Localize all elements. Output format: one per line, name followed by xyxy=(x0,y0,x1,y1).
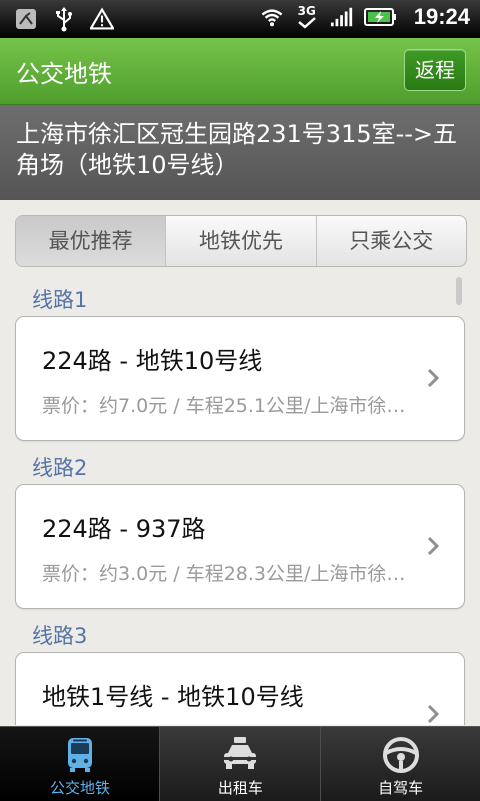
title-bar: 公交地铁 返程 xyxy=(0,38,480,105)
route-option-2[interactable]: 224路 - 937路 票价：约3.0元 / 车程28.3公里/上海市徐汇区 xyxy=(15,484,465,609)
route-title: 224路 - 937路 xyxy=(42,515,206,543)
route-preference-tabs: 最优推荐 地铁优先 只乘公交 xyxy=(15,215,467,267)
status-bar: 3G 19:24 xyxy=(0,0,480,38)
nav-label: 公交地铁 xyxy=(49,779,110,797)
steering-wheel-icon xyxy=(382,737,419,773)
route-details: 票价：约7.0元 / 车程25.1公里/上海市徐汇区 xyxy=(42,395,414,417)
return-trip-button[interactable]: 返程 xyxy=(404,49,466,91)
warning-icon xyxy=(90,6,114,32)
route-summary: 上海市徐汇区冠生园路231号315室-->五角场（地铁10号线） xyxy=(0,105,480,200)
route-group-label: 线路2 xyxy=(32,456,88,480)
tab-subway-first[interactable]: 地铁优先 xyxy=(165,216,315,266)
signal-icon xyxy=(330,4,354,30)
nav-bus-subway[interactable]: 公交地铁 xyxy=(0,727,160,801)
nav-label: 出租车 xyxy=(217,779,263,797)
tab-best-recommended[interactable]: 最优推荐 xyxy=(16,216,166,266)
page-title: 公交地铁 xyxy=(16,60,112,88)
nav-self-drive[interactable]: 自驾车 xyxy=(319,727,480,801)
route-title: 地铁1号线 - 地铁10号线 xyxy=(42,683,304,711)
route-title: 224路 - 地铁10号线 xyxy=(42,347,263,375)
taxi-icon xyxy=(224,737,257,769)
nav-label: 自驾车 xyxy=(378,779,424,797)
nav-taxi[interactable]: 出租车 xyxy=(159,727,319,801)
route-details: 票价：约3.0元 / 车程28.3公里/上海市徐汇区 xyxy=(42,563,414,585)
route-option-1[interactable]: 224路 - 地铁10号线 票价：约7.0元 / 车程25.1公里/上海市徐汇区 xyxy=(15,316,465,441)
missed-call-icon xyxy=(14,6,38,32)
tab-bus-only[interactable]: 只乘公交 xyxy=(315,216,466,266)
route-list[interactable]: 线路1 224路 - 地铁10号线 票价：约7.0元 / 车程25.1公里/上海… xyxy=(0,275,480,725)
chevron-right-icon xyxy=(427,536,440,556)
bottom-navigation: 公交地铁 出租车 自驾车 xyxy=(0,726,480,801)
battery-charging-icon xyxy=(363,4,398,30)
wifi-icon xyxy=(260,4,284,30)
route-text: 上海市徐汇区冠生园路231号315室-->五角场（地铁10号线） xyxy=(16,120,458,179)
usb-icon xyxy=(52,6,76,32)
route-option-3[interactable]: 地铁1号线 - 地铁10号线 xyxy=(15,652,465,725)
route-group-label: 线路1 xyxy=(32,288,88,312)
3g-icon: 3G xyxy=(294,4,320,30)
chevron-right-icon xyxy=(427,704,440,724)
route-group-label: 线路3 xyxy=(32,624,88,648)
clock: 19:24 xyxy=(413,4,470,29)
list-scrollbar[interactable] xyxy=(456,277,462,305)
bus-icon xyxy=(68,738,92,772)
chevron-right-icon xyxy=(427,368,440,388)
